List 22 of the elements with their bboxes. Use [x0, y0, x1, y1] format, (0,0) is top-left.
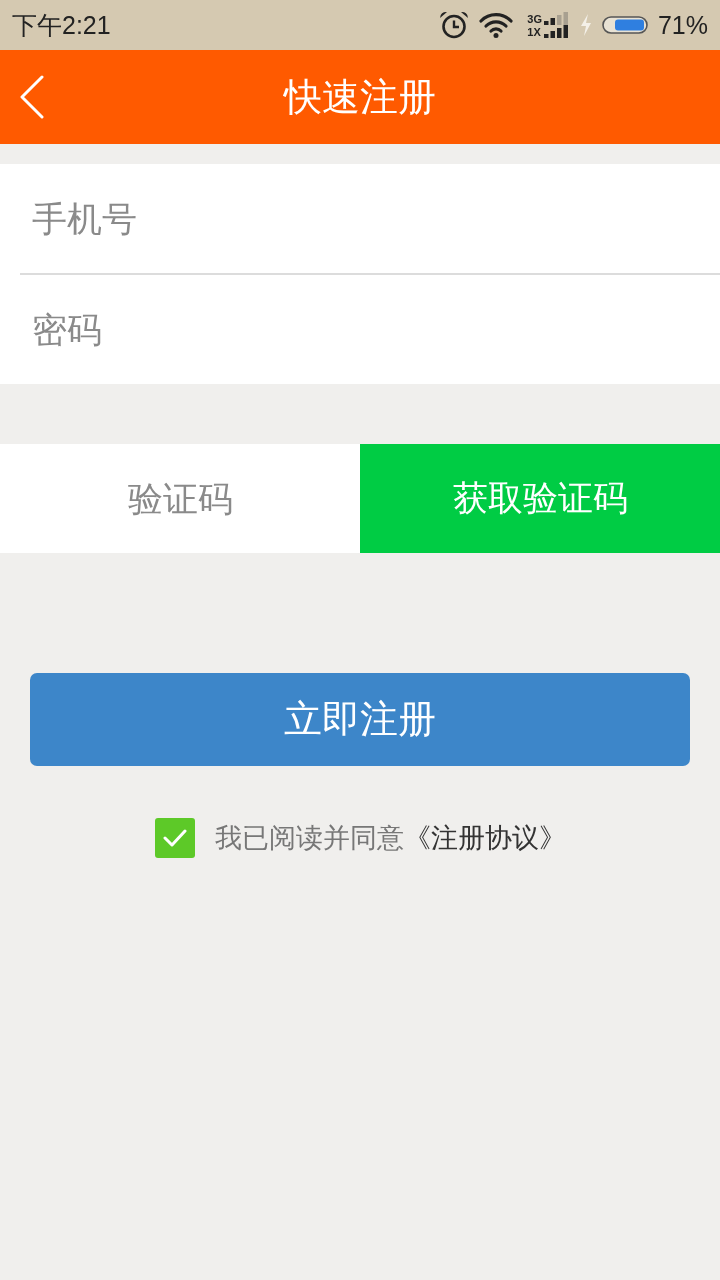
signal-bars-icon	[543, 12, 570, 25]
get-code-button[interactable]: 获取验证码	[360, 444, 720, 553]
agreement-link[interactable]: 《注册协议》	[403, 820, 566, 856]
wifi-icon	[479, 12, 514, 38]
input-field[interactable]: 密码	[0, 275, 720, 384]
agreement-text: 我已阅读并同意	[214, 822, 404, 855]
back-button[interactable]	[18, 75, 46, 119]
page-title: 快速注册	[282, 74, 437, 120]
agreement-checkbox[interactable]	[154, 818, 195, 858]
code-input-field[interactable]: 验证码	[0, 444, 360, 553]
battery-percent: 71%	[657, 10, 708, 40]
charging-bolt-icon	[579, 14, 592, 36]
network-type-label: 1X	[527, 25, 542, 38]
status-time: 下午2:21	[12, 9, 111, 41]
network-type-label: 3G	[527, 12, 542, 25]
alarm-clock-icon	[439, 11, 470, 39]
signal-bars-icon	[543, 25, 570, 38]
register-button[interactable]: 立即注册	[30, 673, 690, 766]
back-chevron-icon	[18, 75, 46, 119]
input-field[interactable]: 手机号	[0, 164, 720, 273]
battery-icon	[601, 16, 648, 34]
checkmark-icon	[162, 829, 187, 847]
